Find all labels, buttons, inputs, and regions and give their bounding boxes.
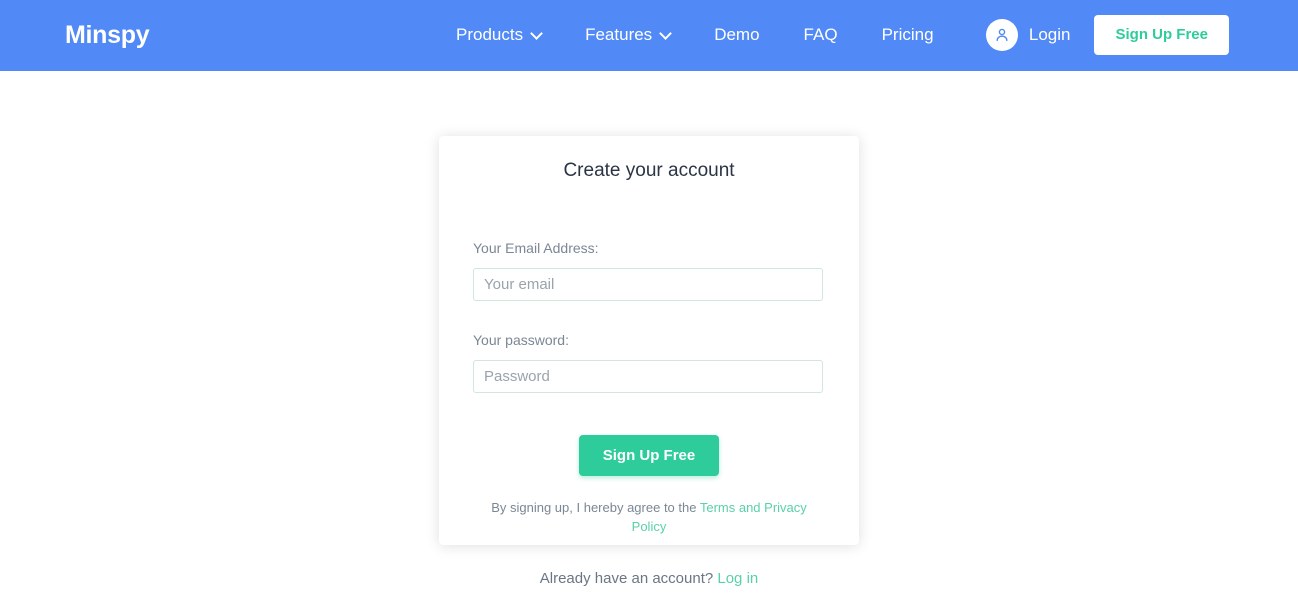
signup-card: Create your account Your Email Address: … — [439, 136, 859, 545]
existing-account-text: Already have an account? — [539, 570, 718, 587]
submit-row: Sign Up Free — [473, 435, 825, 476]
site-header: Minspy Products Features Demo FAQ Pricin… — [0, 0, 1298, 71]
nav-item-pricing-label: Pricing — [881, 25, 934, 44]
nav-item-products-label: Products — [456, 25, 524, 44]
login-link[interactable]: Login — [1029, 22, 1071, 48]
email-input[interactable] — [473, 268, 823, 301]
signup-submit-button[interactable]: Sign Up Free — [579, 435, 719, 476]
nav-item-demo[interactable]: Demo — [714, 22, 759, 48]
nav-item-features-label: Features — [585, 25, 653, 44]
header-auth-area: Login Sign Up Free — [985, 15, 1229, 55]
existing-account-row: Already have an account? Log in — [0, 569, 1298, 588]
site-logo[interactable]: Minspy — [65, 20, 150, 50]
nav-item-faq[interactable]: FAQ — [804, 22, 838, 48]
main-navigation: Products Features Demo FAQ Pricing — [456, 22, 934, 48]
nav-item-products[interactable]: Products — [456, 22, 543, 48]
nav-item-demo-label: Demo — [714, 25, 760, 44]
user-avatar-icon[interactable] — [985, 19, 1018, 51]
terms-text: By signing up, I hereby agree to the — [491, 500, 700, 515]
nav-item-faq-label: FAQ — [803, 25, 838, 44]
terms-agreement: By signing up, I hereby agree to the Ter… — [439, 498, 859, 536]
nav-item-pricing[interactable]: Pricing — [882, 22, 934, 48]
header-signup-button[interactable]: Sign Up Free — [1094, 15, 1229, 55]
nav-item-features[interactable]: Features — [585, 22, 673, 48]
email-field-label: Your Email Address: — [473, 240, 599, 256]
log-in-link[interactable]: Log in — [717, 570, 758, 587]
chevron-down-icon — [659, 26, 673, 40]
page-title: Create your account — [563, 160, 735, 181]
chevron-down-icon — [530, 26, 543, 40]
password-input[interactable] — [473, 360, 823, 393]
password-field-label: Your password: — [473, 332, 569, 348]
signup-form: Your Email Address: Your password: Sign … — [439, 239, 859, 476]
